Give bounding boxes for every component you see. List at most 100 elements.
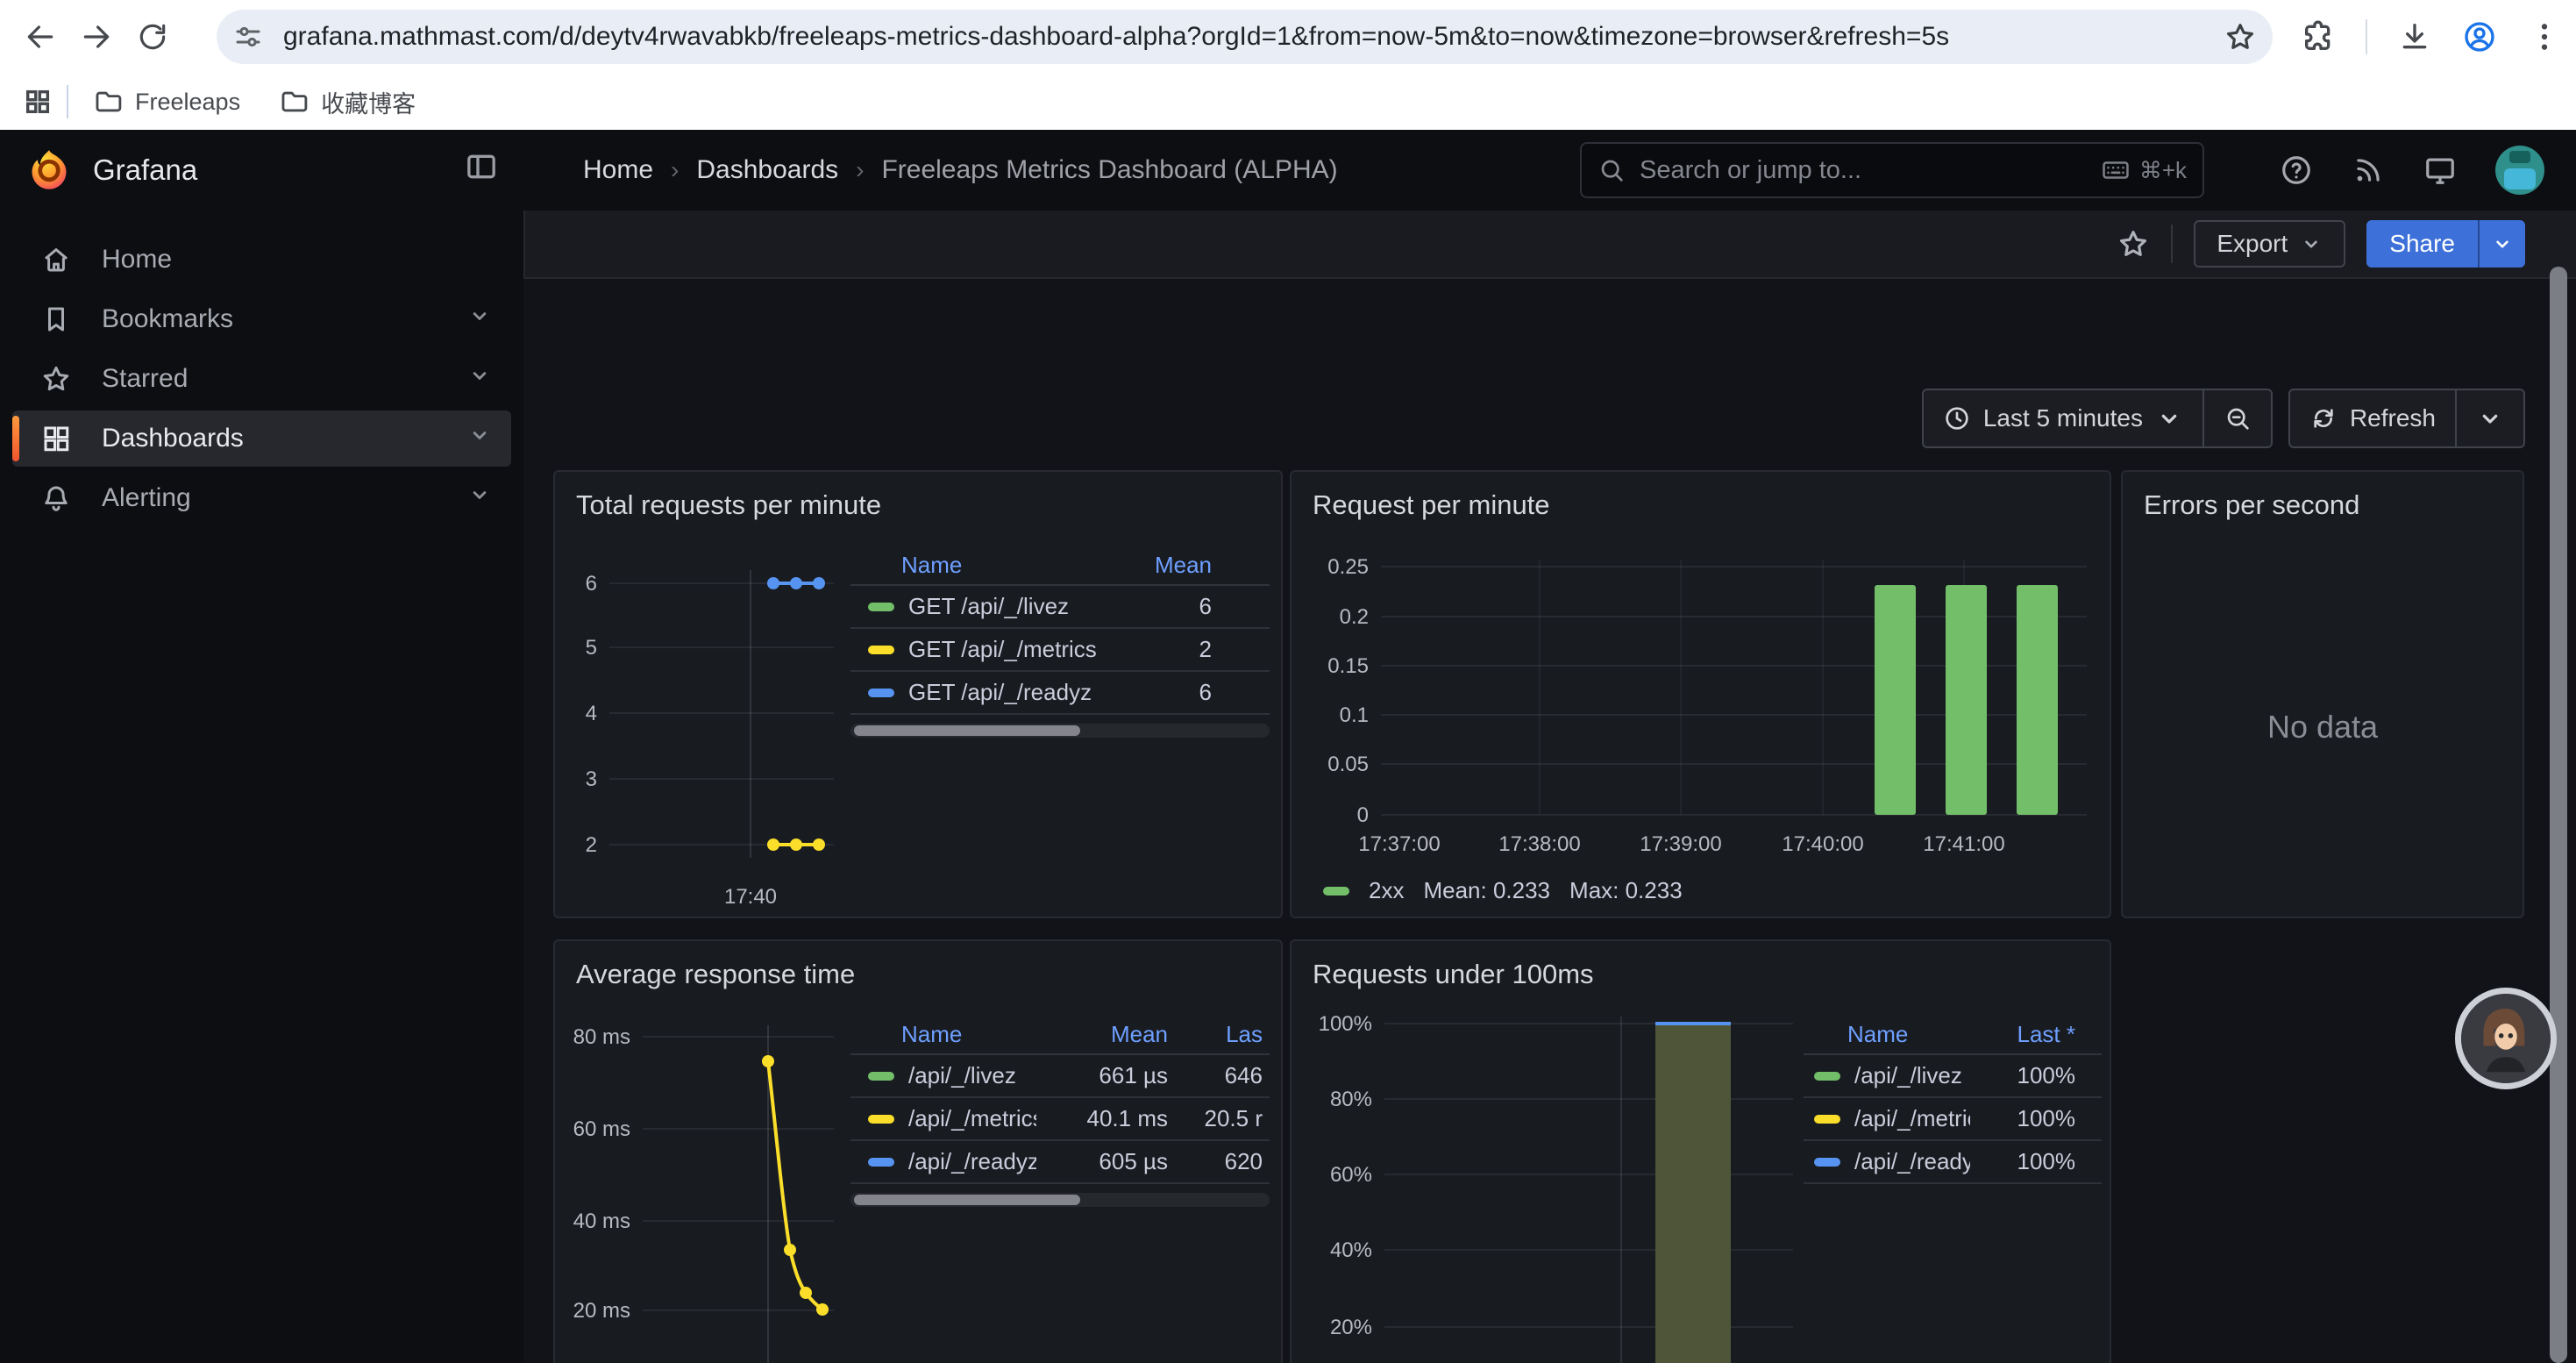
- svg-text:0.2: 0.2: [1340, 605, 1369, 629]
- legend-row[interactable]: /api/_/metrics 40.1 ms 20.5 r: [850, 1098, 1270, 1141]
- favorite-star-icon[interactable]: [2117, 227, 2150, 260]
- sidebar: Home Bookmarks Starred Dashboards Alerti…: [0, 211, 523, 1363]
- line-metrics: [768, 1061, 822, 1309]
- breadcrumb-dashboards[interactable]: Dashboards: [696, 155, 838, 185]
- svg-text:4: 4: [586, 702, 597, 725]
- legend-row[interactable]: /api/_/livez 100%: [1804, 1055, 2102, 1098]
- chevron-down-icon[interactable]: [467, 482, 492, 514]
- sidebar-item-label: Bookmarks: [102, 304, 233, 334]
- svg-text:17:37:00: 17:37:00: [1358, 832, 1440, 856]
- legend-row[interactable]: /api/_/metrics 100%: [1804, 1098, 2102, 1141]
- reload-icon[interactable]: [125, 9, 181, 65]
- user-avatar[interactable]: [2495, 146, 2544, 195]
- sidebar-collapse-icon[interactable]: [464, 149, 499, 184]
- panel-title[interactable]: Errors per second: [2123, 472, 2523, 521]
- site-settings-icon[interactable]: [232, 21, 264, 53]
- sidebar-item-alerting[interactable]: Alerting: [12, 470, 511, 526]
- svg-text:40 ms: 40 ms: [573, 1210, 630, 1233]
- sidebar-item-starred[interactable]: Starred: [12, 351, 511, 407]
- chevron-down-icon: [2155, 404, 2183, 432]
- series-swatch: [1814, 1072, 1840, 1081]
- search-box[interactable]: ⌘+k: [1580, 142, 2204, 198]
- svg-text:17:40: 17:40: [724, 885, 777, 909]
- downloads-icon[interactable]: [2397, 19, 2432, 54]
- grafana-logo-icon[interactable]: [26, 147, 72, 193]
- legend-table-header: Name Last *: [1804, 1015, 2102, 1055]
- menu-kebab-icon[interactable]: [2527, 19, 2562, 54]
- zoom-out-button[interactable]: [2204, 390, 2271, 446]
- chevron-down-icon[interactable]: [467, 423, 492, 454]
- search-input[interactable]: [1638, 155, 2101, 186]
- legend[interactable]: 2xx Mean: 0.233 Max: 0.233: [1323, 877, 1683, 904]
- page-scrollbar[interactable]: [2550, 267, 2567, 1363]
- series-swatch: [868, 646, 894, 654]
- profile-icon[interactable]: [2462, 19, 2497, 54]
- legend-row[interactable]: GET /api/_/livez 6: [850, 586, 1270, 629]
- sidebar-item-home[interactable]: Home: [12, 232, 511, 288]
- col-name[interactable]: Name: [901, 552, 1115, 579]
- table-scrollbar[interactable]: [850, 724, 1270, 738]
- svg-text:80%: 80%: [1330, 1088, 1372, 1111]
- refresh-button[interactable]: Refresh: [2290, 390, 2455, 446]
- legend-row[interactable]: /api/_/readyz 605 µs 620: [850, 1141, 1270, 1184]
- legend-table-header: Name Mean Las: [850, 1015, 1270, 1055]
- news-rss-icon[interactable]: [2352, 153, 2385, 187]
- col-mean[interactable]: Mean: [1115, 552, 1270, 579]
- forward-icon[interactable]: [68, 9, 125, 65]
- col-name[interactable]: Name: [1847, 1021, 1970, 1048]
- url-bar[interactable]: grafana.mathmast.com/d/deytv4rwavabkb/fr…: [217, 10, 2273, 64]
- search-shortcut: ⌘+k: [2101, 155, 2187, 185]
- time-controls: Last 5 minutes Refresh: [1922, 389, 2525, 448]
- refresh-group: Refresh: [2288, 389, 2525, 448]
- svg-text:0.05: 0.05: [1327, 753, 1369, 776]
- help-icon[interactable]: [2280, 153, 2313, 187]
- bookmark-folder-freeleaps[interactable]: Freeleaps: [93, 87, 240, 117]
- apps-grid-icon[interactable]: [23, 87, 53, 117]
- keyboard-icon: [2101, 155, 2131, 185]
- bookmark-star-icon[interactable]: [2224, 20, 2257, 54]
- legend-row[interactable]: GET /api/_/metrics 2: [850, 629, 1270, 672]
- col-mean[interactable]: Mean: [1036, 1021, 1168, 1048]
- grafana-brand: Grafana: [0, 147, 523, 193]
- series-swatch: [868, 1158, 894, 1167]
- sidebar-item-dashboards[interactable]: Dashboards: [12, 410, 511, 467]
- browser-toolbar: grafana.mathmast.com/d/deytv4rwavabkb/fr…: [0, 0, 2576, 74]
- svg-text:3: 3: [586, 767, 597, 791]
- export-button[interactable]: Export: [2194, 220, 2345, 268]
- chevron-down-icon[interactable]: [467, 363, 492, 395]
- tv-mode-icon[interactable]: [2423, 153, 2457, 187]
- chevron-down-icon[interactable]: [467, 303, 492, 335]
- url-text[interactable]: grafana.mathmast.com/d/deytv4rwavabkb/fr…: [283, 22, 2224, 52]
- col-last[interactable]: Las: [1168, 1021, 1270, 1048]
- sidebar-item-label: Alerting: [102, 483, 191, 513]
- breadcrumb-home[interactable]: Home: [583, 155, 653, 185]
- legend-row[interactable]: /api/_/readyz 100%: [1804, 1141, 2102, 1184]
- assistant-avatar[interactable]: [2455, 988, 2557, 1089]
- search-icon: [1598, 156, 1626, 184]
- svg-text:0: 0: [1357, 803, 1369, 827]
- panel-request-per-minute: Request per minute 0.25 0.2 0.15 0.1: [1290, 470, 2111, 918]
- toolbar-divider: [2171, 225, 2173, 263]
- col-name[interactable]: Name: [901, 1021, 1036, 1048]
- share-dropdown-chevron[interactable]: [2478, 220, 2525, 268]
- screen: grafana.mathmast.com/d/deytv4rwavabkb/fr…: [0, 0, 2576, 1363]
- series-swatch: [868, 1072, 894, 1081]
- back-icon[interactable]: [12, 9, 68, 65]
- bar-chart[interactable]: 0.25 0.2 0.15 0.1 0.05 0 17:37:00 17:38:…: [1292, 472, 2111, 918]
- legend-table-header: Name Mean: [850, 546, 1270, 586]
- bookmark-folder-blogs[interactable]: 收藏博客: [279, 85, 416, 119]
- breadcrumb-current: Freeleaps Metrics Dashboard (ALPHA): [881, 155, 1337, 185]
- legend-row[interactable]: GET /api/_/readyz 6: [850, 672, 1270, 715]
- series-swatch: [868, 689, 894, 697]
- refresh-interval-chevron[interactable]: [2457, 390, 2523, 446]
- time-range-picker[interactable]: Last 5 minutes: [1924, 390, 2202, 446]
- extensions-icon[interactable]: [2301, 19, 2336, 54]
- dashboard-main: Export Share Last 5 minutes: [523, 211, 2576, 1363]
- table-scrollbar[interactable]: [850, 1193, 1270, 1207]
- series-swatch: [1323, 887, 1349, 896]
- share-button[interactable]: Share: [2366, 220, 2478, 268]
- sidebar-item-bookmarks[interactable]: Bookmarks: [12, 291, 511, 347]
- col-last[interactable]: Last *: [1970, 1021, 2102, 1048]
- legend-row[interactable]: /api/_/livez 661 µs 646: [850, 1055, 1270, 1098]
- star-icon: [40, 363, 72, 395]
